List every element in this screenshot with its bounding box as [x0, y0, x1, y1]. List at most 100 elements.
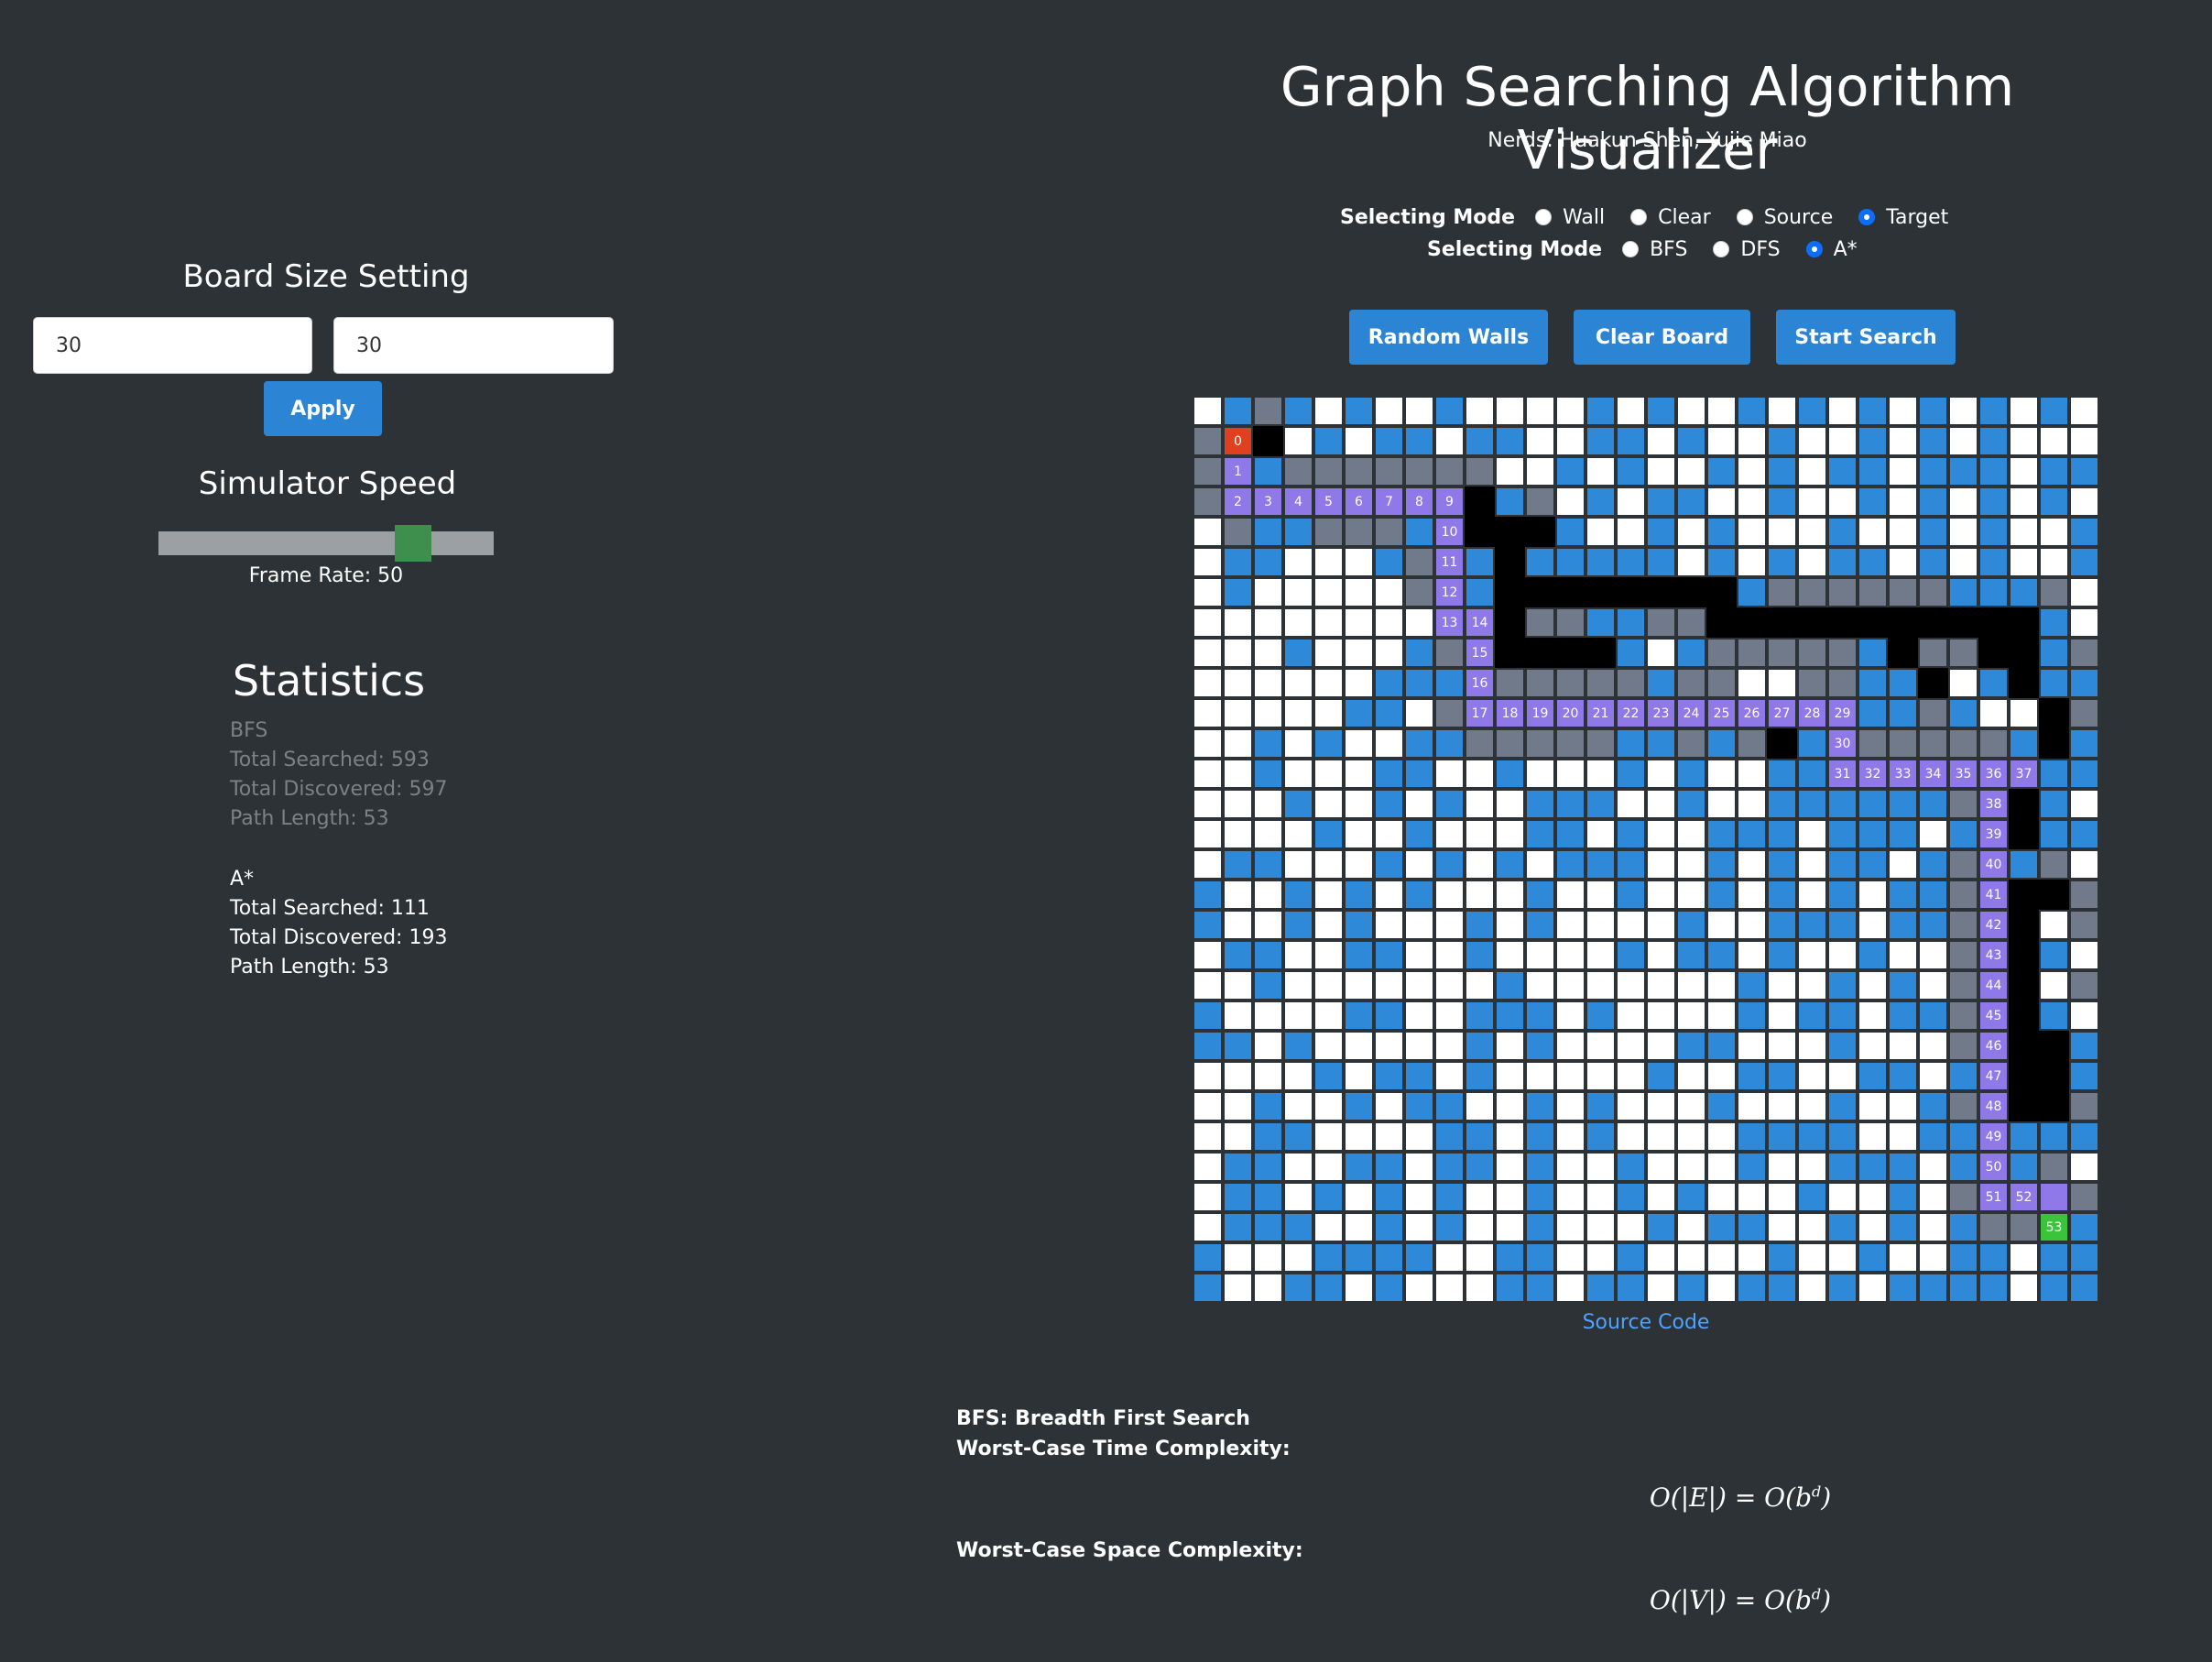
cell-unvisited[interactable] [2010, 549, 2037, 575]
cell-discovered[interactable] [1920, 912, 1946, 938]
cell-discovered[interactable] [1980, 670, 2007, 696]
cell-discovered[interactable] [1950, 821, 1977, 847]
cell-searched[interactable] [2041, 851, 2067, 878]
cell-discovered[interactable] [1466, 1123, 1493, 1150]
cell-wall[interactable] [1465, 517, 1495, 547]
cell-unvisited[interactable] [1436, 760, 1463, 787]
cell-discovered[interactable] [1859, 398, 1886, 424]
cell-unvisited[interactable] [1225, 881, 1251, 908]
cell-unvisited[interactable] [1436, 821, 1463, 847]
cell-unvisited[interactable] [1799, 1033, 1825, 1059]
cell-searched[interactable] [2041, 579, 2067, 606]
cell-unvisited[interactable] [1769, 1033, 1795, 1059]
cell-discovered[interactable] [1497, 972, 1523, 999]
cell-discovered[interactable] [1678, 428, 1705, 454]
cell-unvisited[interactable] [1346, 609, 1372, 636]
cell-discovered[interactable] [1859, 458, 1886, 485]
cell-unvisited[interactable] [1799, 1154, 1825, 1180]
cell-searched[interactable] [1920, 700, 1946, 727]
cell-unvisited[interactable] [1738, 1184, 1765, 1210]
cell-unvisited[interactable] [1346, 972, 1372, 999]
cell-discovered[interactable] [1587, 851, 1614, 878]
cell-unvisited[interactable] [1376, 1093, 1402, 1120]
rows-input[interactable]: 30 [33, 317, 312, 374]
cell-discovered[interactable] [2071, 519, 2098, 545]
cell-unvisited[interactable] [1346, 1033, 1372, 1059]
cell-discovered[interactable] [1859, 1154, 1886, 1180]
cell-discovered[interactable] [1285, 912, 1312, 938]
cell-path[interactable]: 45 [1980, 1002, 2007, 1029]
cell-unvisited[interactable] [1738, 670, 1765, 696]
cell-unvisited[interactable] [1285, 700, 1312, 727]
cell-discovered[interactable] [1829, 1154, 1856, 1180]
cell-discovered[interactable] [1618, 1274, 1644, 1301]
cell-discovered[interactable] [1436, 1184, 1463, 1210]
cell-unvisited[interactable] [1738, 881, 1765, 908]
cell-discovered[interactable] [2071, 1244, 2098, 1271]
cell-unvisited[interactable] [1285, 609, 1312, 636]
cell-discovered[interactable] [1950, 1214, 1977, 1241]
cell-wall[interactable] [1706, 577, 1737, 607]
cell-searched[interactable] [1799, 579, 1825, 606]
cell-unvisited[interactable] [1769, 972, 1795, 999]
cell-unvisited[interactable] [1497, 1123, 1523, 1150]
cell-discovered[interactable] [1527, 912, 1553, 938]
cell-discovered[interactable] [1255, 851, 1281, 878]
cell-searched[interactable] [1738, 730, 1765, 757]
cell-searched[interactable] [1225, 519, 1251, 545]
cell-path[interactable]: 8 [1406, 488, 1433, 515]
cell-discovered[interactable] [1829, 519, 1856, 545]
cell-searched[interactable] [1587, 730, 1614, 757]
cell-discovered[interactable] [1769, 428, 1795, 454]
cell-unvisited[interactable] [2071, 488, 2098, 515]
cell-discovered[interactable] [1255, 1123, 1281, 1150]
cell-unvisited[interactable] [1829, 942, 1856, 968]
cell-discovered[interactable] [1920, 1123, 1946, 1150]
cell-searched[interactable] [1618, 670, 1644, 696]
cell-searched[interactable] [1890, 730, 1916, 757]
cell-unvisited[interactable] [1708, 791, 1735, 817]
cell-unvisited[interactable] [1497, 912, 1523, 938]
cell-unvisited[interactable] [1799, 1063, 1825, 1089]
cell-discovered[interactable] [1920, 1002, 1946, 1029]
cell-unvisited[interactable] [1587, 942, 1614, 968]
cell-discovered[interactable] [1406, 760, 1433, 787]
cell-discovered[interactable] [1859, 942, 1886, 968]
cell-discovered[interactable] [1255, 519, 1281, 545]
cell-unvisited[interactable] [1920, 1154, 1946, 1180]
cell-discovered[interactable] [1859, 1244, 1886, 1271]
cell-unvisited[interactable] [1829, 428, 1856, 454]
cell-unvisited[interactable] [1920, 1063, 1946, 1089]
cell-wall[interactable] [1646, 577, 1676, 607]
cell-discovered[interactable] [1194, 1244, 1221, 1271]
cell-unvisited[interactable] [1738, 1093, 1765, 1120]
cell-searched[interactable] [2071, 700, 2098, 727]
cell-unvisited[interactable] [1678, 458, 1705, 485]
cell-path[interactable]: 44 [1980, 972, 2007, 999]
cell-discovered[interactable] [1738, 398, 1765, 424]
cell-unvisited[interactable] [1799, 488, 1825, 515]
cell-discovered[interactable] [1829, 1214, 1856, 1241]
cell-unvisited[interactable] [1436, 942, 1463, 968]
cell-unvisited[interactable] [2071, 609, 2098, 636]
cell-unvisited[interactable] [2010, 1244, 2037, 1271]
cell-unvisited[interactable] [1255, 912, 1281, 938]
cell-unvisited[interactable] [1648, 1244, 1674, 1271]
cell-searched[interactable] [1557, 609, 1584, 636]
cell-unvisited[interactable] [2041, 549, 2067, 575]
cell-discovered[interactable] [1920, 458, 1946, 485]
cell-discovered[interactable] [2041, 398, 2067, 424]
cell-discovered[interactable] [1315, 821, 1342, 847]
cell-discovered[interactable] [1799, 398, 1825, 424]
cell-unvisited[interactable] [1950, 549, 1977, 575]
cell-unvisited[interactable] [1890, 458, 1916, 485]
cell-path[interactable]: 18 [1497, 700, 1523, 727]
cell-discovered[interactable] [1678, 791, 1705, 817]
cell-discovered[interactable] [1618, 640, 1644, 666]
cell-discovered[interactable] [1376, 1184, 1402, 1210]
cell-wall[interactable] [1676, 577, 1706, 607]
cell-source[interactable]: 0 [1225, 428, 1251, 454]
cell-wall[interactable] [2009, 607, 2039, 638]
cell-wall[interactable] [1495, 638, 1525, 668]
cell-discovered[interactable] [1285, 881, 1312, 908]
